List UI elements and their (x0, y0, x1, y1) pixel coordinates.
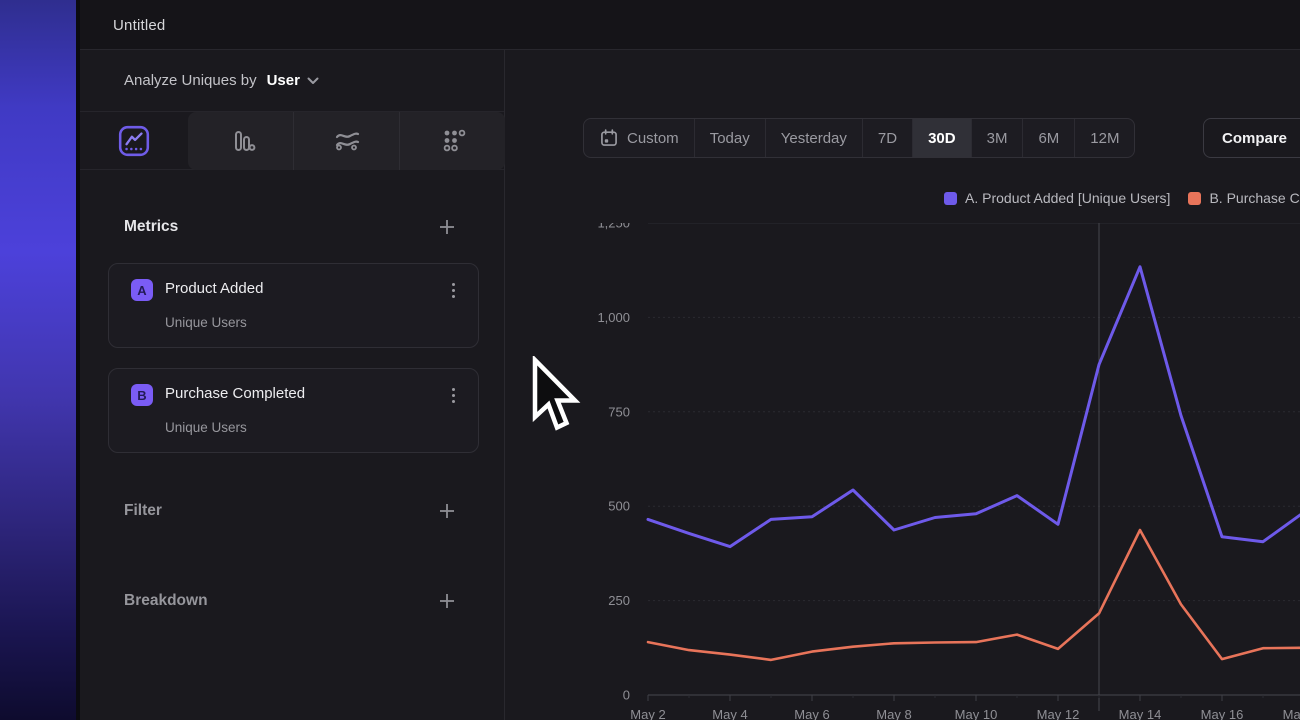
metric-title[interactable]: Product Added (165, 280, 263, 297)
chart-type-tab-group (188, 112, 505, 170)
range-label: Yesterday (781, 130, 847, 147)
range-label: 6M (1038, 130, 1059, 147)
analyze-entity-dropdown[interactable]: User (267, 72, 319, 89)
metric-badge-a: A (131, 279, 153, 301)
range-7d[interactable]: 7D (862, 119, 912, 157)
series-line-a[interactable] (648, 267, 1300, 547)
plus-icon (439, 503, 455, 519)
metric-card-b[interactable]: B Purchase Completed Unique Users (108, 368, 479, 453)
legend-item[interactable]: A. Product Added [Unique Users] (944, 190, 1170, 206)
metric-badge-b: B (131, 384, 153, 406)
range-label: 30D (928, 130, 956, 147)
y-tick-label: 750 (608, 404, 630, 419)
range-3m[interactable]: 3M (971, 119, 1023, 157)
add-metric-button[interactable] (436, 216, 458, 238)
tab-flow[interactable] (293, 112, 399, 170)
analyze-label: Analyze Uniques by (124, 72, 257, 89)
range-30d[interactable]: 30D (912, 119, 971, 157)
x-tick-label: May 2 (630, 707, 665, 720)
analytics-app: Untitled Analyze Uniques by User (0, 0, 1300, 720)
x-tick-label: May 8 (876, 707, 911, 720)
legend-swatch (1188, 192, 1201, 205)
x-tick-label: May 6 (794, 707, 829, 720)
range-12m[interactable]: 12M (1074, 119, 1134, 157)
metric-title[interactable]: Purchase Completed (165, 385, 305, 402)
report-title[interactable]: Untitled (113, 0, 165, 50)
x-tick-label: May 12 (1037, 707, 1080, 720)
metric-measurement[interactable]: Unique Users (165, 315, 247, 330)
range-label: 12M (1090, 130, 1119, 147)
dot-grid-icon (437, 125, 469, 157)
plus-icon (439, 219, 455, 235)
x-tick-label: May 10 (955, 707, 998, 720)
y-tick-label: 1,000 (597, 310, 630, 325)
top-bar: Untitled (80, 0, 1300, 50)
kebab-menu-icon[interactable] (442, 279, 464, 301)
analyze-row: Analyze Uniques by User (80, 50, 504, 112)
legend-item[interactable]: B. Purchase Completed [Unique Users] (1188, 190, 1300, 206)
series-line-b[interactable] (648, 530, 1300, 660)
legend-label: A. Product Added [Unique Users] (965, 190, 1170, 206)
line-chart-icon (117, 124, 151, 158)
metric-measurement[interactable]: Unique Users (165, 420, 247, 435)
chart-legend: A. Product Added [Unique Users] B. Purcha… (944, 190, 1300, 206)
chevron-down-icon (307, 77, 319, 85)
x-tick-label: May 18 (1283, 707, 1300, 720)
y-tick-label: 250 (608, 593, 630, 608)
x-tick-label: May 14 (1119, 707, 1162, 720)
range-today[interactable]: Today (694, 119, 765, 157)
legend-swatch (944, 192, 957, 205)
y-tick-label: 1,250 (597, 223, 630, 231)
bar-chart-icon (225, 125, 257, 157)
calendar-icon (599, 128, 619, 148)
range-label: 3M (987, 130, 1008, 147)
y-tick-label: 500 (608, 499, 630, 514)
tab-bar-chart[interactable] (188, 112, 293, 170)
range-6m[interactable]: 6M (1022, 119, 1074, 157)
background-gradient-strip (0, 0, 80, 720)
plus-icon (439, 593, 455, 609)
filter-header: Filter (80, 499, 504, 523)
query-sidebar: Analyze Uniques by User (80, 50, 505, 720)
x-tick-label: May 4 (712, 707, 747, 720)
breakdown-header: Breakdown (80, 589, 504, 613)
metric-card-a[interactable]: A Product Added Unique Users (108, 263, 479, 348)
range-label: 7D (878, 130, 897, 147)
date-range-segmented-control: Custom Today Yesterday 7D 30D 3M 6M 12M (583, 118, 1135, 158)
add-filter-button[interactable] (436, 500, 458, 522)
x-tick-label: May 16 (1201, 707, 1244, 720)
range-label: Today (710, 130, 750, 147)
tab-retention[interactable] (399, 112, 505, 170)
kebab-menu-icon[interactable] (442, 384, 464, 406)
breakdown-title: Breakdown (124, 592, 208, 610)
compare-button[interactable]: Compare (1203, 118, 1300, 158)
y-tick-label: 0 (623, 688, 630, 703)
line-chart[interactable]: 0 250 500 750 1,000 1,250 May 2 May 4 May 6 May 8… (568, 223, 1300, 720)
tab-line-chart[interactable] (80, 112, 187, 170)
range-label: Custom (627, 130, 679, 147)
metrics-title: Metrics (124, 218, 178, 236)
metrics-header: Metrics (80, 215, 504, 239)
flow-icon (330, 125, 364, 157)
range-custom[interactable]: Custom (584, 119, 694, 157)
range-yesterday[interactable]: Yesterday (765, 119, 862, 157)
add-breakdown-button[interactable] (436, 590, 458, 612)
chart-type-tabs (80, 112, 504, 170)
filter-title: Filter (124, 502, 162, 520)
legend-label: B. Purchase Completed [Unique Users] (1209, 190, 1300, 206)
chart-panel: Custom Today Yesterday 7D 30D 3M 6M 12M Compare… (505, 50, 1300, 720)
